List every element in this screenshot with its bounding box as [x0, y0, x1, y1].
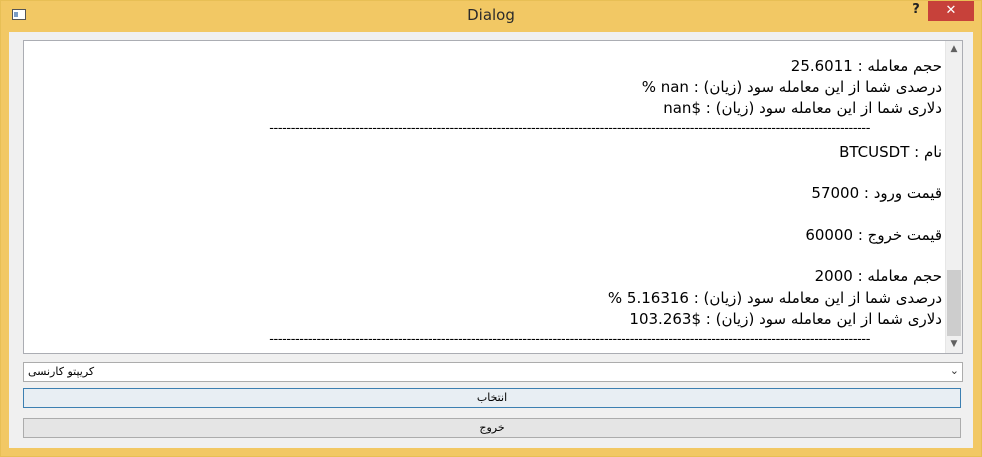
select-button[interactable]: انتخاب	[23, 388, 961, 408]
frame-bottom	[1, 448, 981, 456]
result-dollar-line: دلاری شما از این معامله سود (زیان) : $10…	[629, 310, 942, 328]
scroll-down-icon[interactable]: ▼	[946, 336, 962, 353]
results-textbox[interactable]: حجم معامله : 25.6011 درصدی شما از این مع…	[23, 40, 963, 354]
result-exit-price-line: قیمت خروج : 60000	[805, 226, 942, 244]
result-volume-line: حجم معامله : 2000	[814, 267, 942, 285]
close-icon: ✕	[945, 3, 957, 18]
dialog-window: Dialog ? ✕ حجم معامله : 25.6011 درصدی شم…	[0, 0, 982, 457]
separator-line: ----------------------------------------…	[269, 122, 870, 136]
result-line: دلاری شما از این معامله سود (زیان) : $na…	[663, 99, 942, 117]
scroll-up-icon[interactable]: ▲	[946, 41, 962, 58]
result-line: درصدی شما از این معامله سود (زیان) : nan…	[641, 78, 942, 96]
result-name-line: نام : BTCUSDT	[839, 143, 942, 161]
result-line: حجم معامله : 25.6011	[790, 57, 942, 75]
results-text: حجم معامله : 25.6011 درصدی شما از این مع…	[24, 41, 942, 353]
category-combobox[interactable]: کریپتو کارنسی ⌄	[23, 362, 963, 382]
exit-button[interactable]: خروج	[23, 418, 961, 438]
frame-right	[973, 32, 981, 456]
dialog-body: حجم معامله : 25.6011 درصدی شما از این مع…	[9, 32, 973, 448]
vertical-scrollbar[interactable]: ▲ ▼	[945, 41, 962, 353]
scroll-thumb[interactable]	[947, 270, 961, 336]
title-bar[interactable]: Dialog ? ✕	[1, 1, 981, 32]
result-entry-price-line: قیمت ورود : 57000	[811, 184, 942, 202]
combobox-selected-value: کریپتو کارنسی	[28, 365, 95, 378]
chevron-down-icon[interactable]: ⌄	[950, 364, 959, 377]
help-button[interactable]: ?	[904, 1, 928, 21]
window-title: Dialog	[467, 6, 515, 24]
close-button[interactable]: ✕	[928, 1, 974, 21]
frame-left	[1, 32, 9, 456]
separator-line: ----------------------------------------…	[269, 333, 870, 347]
result-percent-line: درصدی شما از این معامله سود (زیان) : 5.1…	[607, 289, 942, 307]
